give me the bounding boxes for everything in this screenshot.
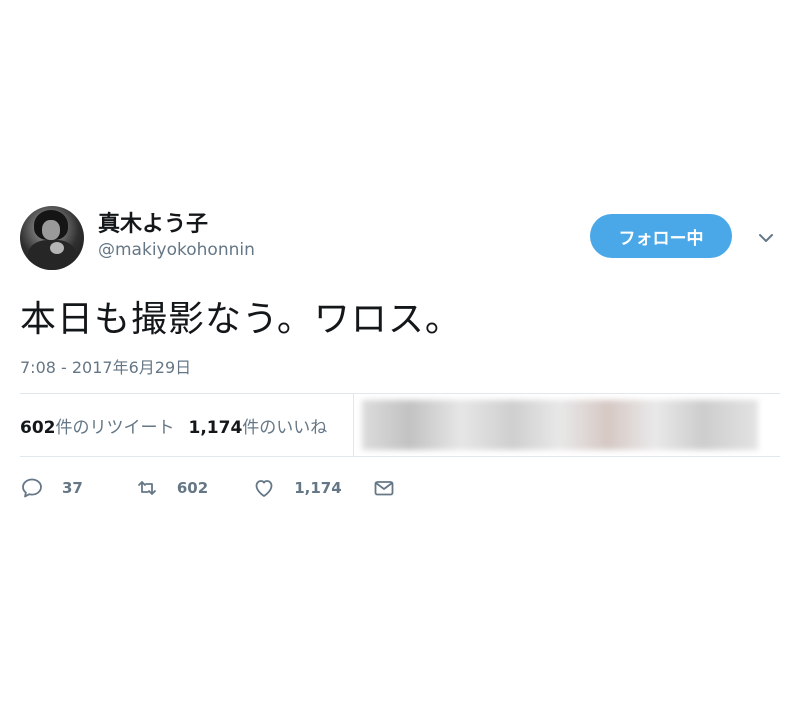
tweet-text: 本日も撮影なう。ワロス。 [20,299,462,340]
screen-name[interactable]: @makiyokohonnin [98,240,255,260]
tweet-timestamp[interactable]: 7:08 - 2017年6月29日 [20,354,191,378]
reply-icon [20,476,44,500]
liker-avatars-blurred [362,400,758,450]
direct-message-button[interactable] [372,476,396,500]
mail-icon [372,476,396,500]
retweet-icon [135,476,159,500]
like-button[interactable]: 1,174 [252,476,342,500]
retweet-button[interactable]: 602 [135,476,208,500]
likes-count: 1,174 [188,418,243,438]
retweets-count: 602 [20,418,56,438]
reply-button[interactable]: 37 [20,476,83,500]
retweet-count: 602 [176,479,209,497]
stats-divider [353,394,354,456]
avatar-face [42,220,60,240]
display-name[interactable]: 真木よう子 [98,206,208,238]
retweets-label: 件のリツイート [55,418,175,438]
like-count: 1,174 [294,479,342,497]
tweet-actions: 37 602 1,174 [20,476,396,500]
avatar-hand [50,242,64,254]
likes-label: 件のいいね [242,418,328,438]
reply-count: 37 [62,479,83,497]
following-button[interactable]: フォロー中 [590,214,732,258]
tweet-stats: 602 件のリツイート 1,174 件のいいね [20,413,327,438]
avatar[interactable] [20,206,84,270]
divider-bottom [20,456,780,457]
retweets-stat[interactable]: 602 件のリツイート [20,413,175,438]
divider-top [20,393,780,394]
heart-icon [252,476,276,500]
chevron-down-icon[interactable] [754,226,778,250]
likes-stat[interactable]: 1,174 件のいいね [189,413,328,438]
tweet-card: 真木よう子 @makiyokohonnin フォロー中 本日も撮影なう。ワロス。… [0,0,788,710]
